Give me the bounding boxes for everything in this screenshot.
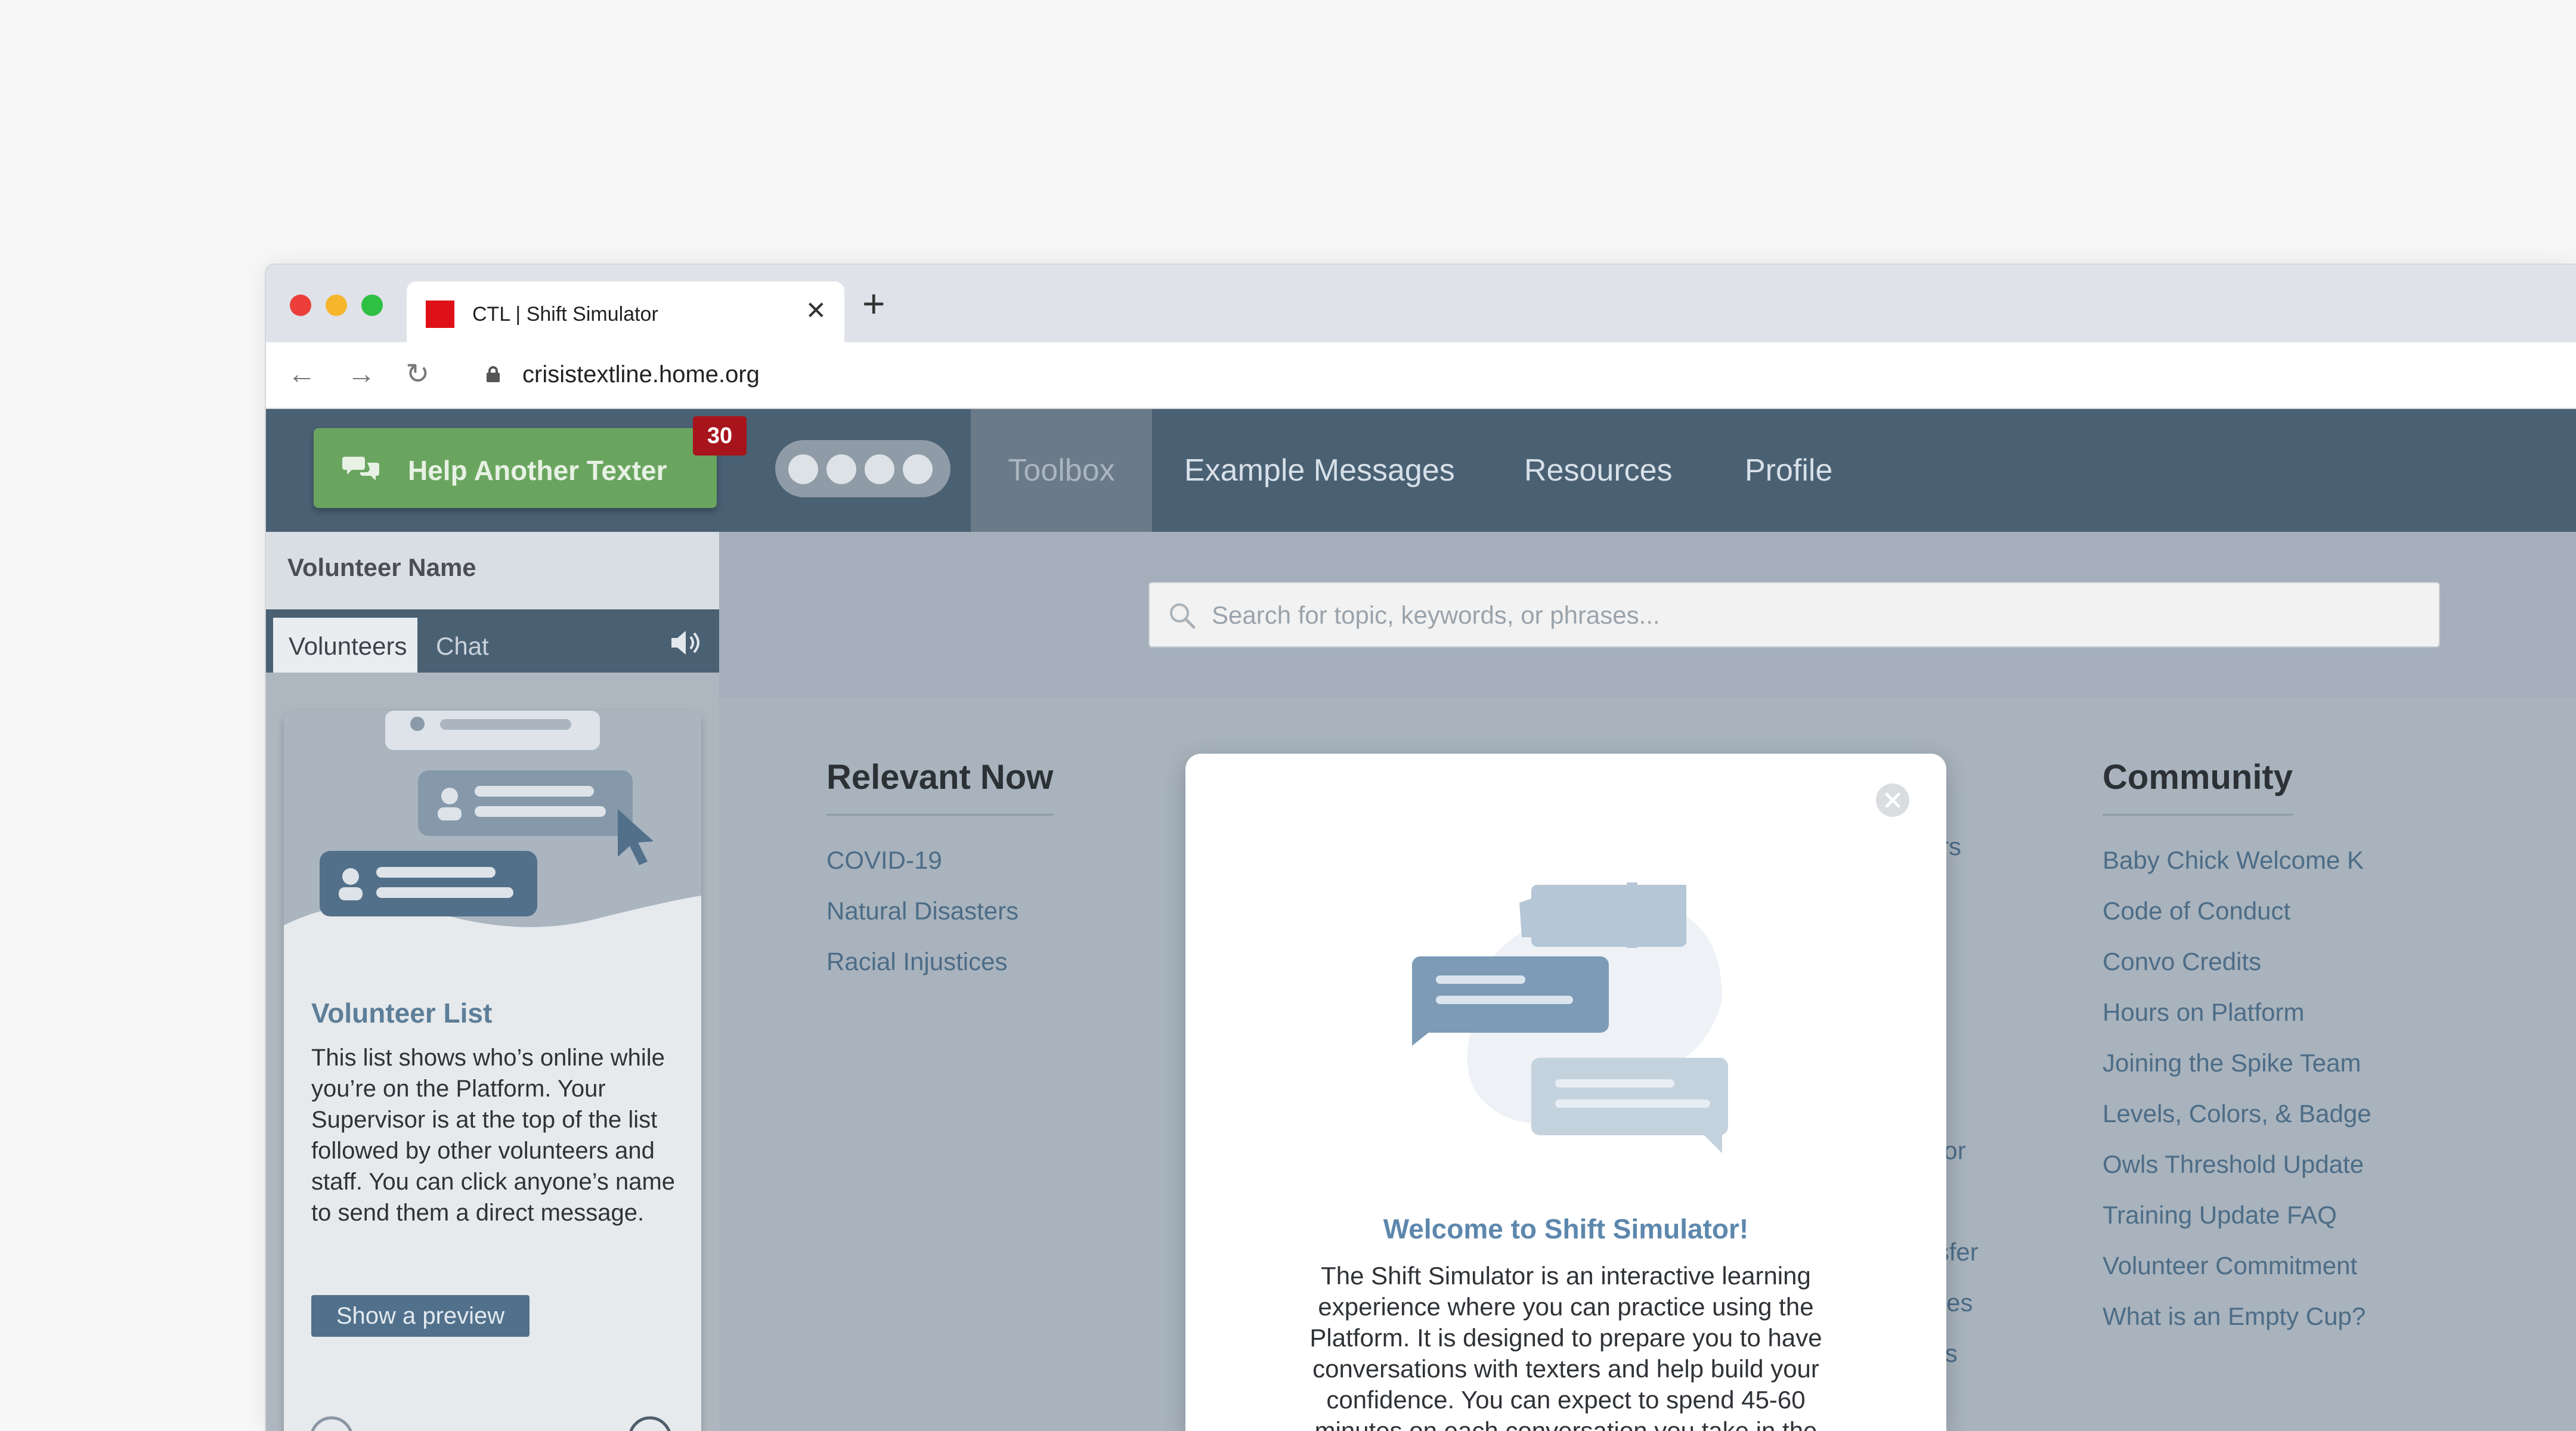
link-community[interactable]: Code of Conduct xyxy=(2103,885,2371,936)
texter-count-badge: 30 xyxy=(693,416,747,456)
sidebar: Volunteer Name Volunteers Chat Volunteer… xyxy=(266,532,719,1431)
prev-arrow-icon xyxy=(311,1416,352,1431)
search-placeholder: Search for topic, keywords, or phrases..… xyxy=(1212,601,1660,629)
link-community[interactable]: Levels, Colors, & Badge xyxy=(2103,1088,2371,1139)
volunteer-name: Volunteer Name xyxy=(287,553,476,581)
tab-volunteers[interactable]: Volunteers xyxy=(273,618,417,673)
top-navigation: Help Another Texter 30 Toolbox Example M… xyxy=(266,409,2576,532)
browser-tabbar: CTL | Shift Simulator ✕ + xyxy=(266,265,2576,342)
link-community[interactable]: Hours on Platform xyxy=(2103,987,2371,1037)
volunteer-list-illustration xyxy=(284,711,701,979)
volunteer-list-card: Volunteer List This list shows who’s onl… xyxy=(284,711,701,1431)
tab-title: CTL | Shift Simulator xyxy=(472,303,658,326)
link-natural-disasters[interactable]: Natural Disasters xyxy=(826,885,1053,936)
address-bar: ← → ↻ crisistextline.home.org xyxy=(266,342,2576,409)
link-community[interactable]: Joining the Spike Team xyxy=(2103,1037,2371,1088)
link-community[interactable]: Training Update FAQ xyxy=(2103,1190,2371,1240)
chat-illustration xyxy=(1412,882,1728,1153)
modal-title: Welcome to Shift Simulator! xyxy=(1383,1213,1749,1244)
search-icon xyxy=(1170,603,1196,629)
help-button-label: Help Another Texter xyxy=(408,455,667,486)
status-dot xyxy=(903,454,933,484)
link-community[interactable]: Convo Credits xyxy=(2103,936,2371,987)
back-arrow-icon[interactable]: ← xyxy=(287,360,316,389)
url-field[interactable]: crisistextline.home.org xyxy=(522,361,760,388)
close-icon[interactable] xyxy=(1875,782,1911,818)
favicon-icon xyxy=(426,301,454,328)
relevant-now-column: Relevant Now COVID-19 Natural Disasters … xyxy=(826,757,1054,987)
link-racial-injustices[interactable]: Racial Injustices xyxy=(826,936,1053,987)
community-column: Community Baby Chick Welcome K Code of C… xyxy=(2103,757,2371,1342)
window-close-button[interactable] xyxy=(290,295,311,316)
tab-chat[interactable]: Chat xyxy=(436,632,489,661)
column-heading: Relevant Now xyxy=(826,757,1054,816)
reload-icon[interactable]: ↻ xyxy=(405,360,429,389)
welcome-modal: Welcome to Shift Simulator! The Shift Si… xyxy=(1185,754,1946,1431)
link-covid-19[interactable]: COVID-19 xyxy=(826,835,1053,885)
tab-toolbox[interactable]: Toolbox xyxy=(971,409,1152,532)
tab-volunteers-label: Volunteers xyxy=(289,632,407,660)
tab-example-messages[interactable]: Example Messages xyxy=(1184,409,1455,532)
modal-body: The Shift Simulator is an interactive le… xyxy=(1309,1262,1822,1431)
status-dot xyxy=(788,454,818,484)
card-pagination xyxy=(311,1416,671,1431)
browser-tab[interactable]: CTL | Shift Simulator ✕ xyxy=(407,281,844,342)
window-minimize-button[interactable] xyxy=(326,295,347,316)
card-title: Volunteer List xyxy=(311,998,493,1029)
forward-arrow-icon[interactable]: → xyxy=(347,360,376,389)
status-toggle[interactable] xyxy=(775,440,950,497)
tab-close-icon[interactable]: ✕ xyxy=(806,298,826,323)
window-zoom-button[interactable] xyxy=(361,295,383,316)
next-arrow-icon xyxy=(629,1416,671,1431)
search-input[interactable]: Search for topic, keywords, or phrases..… xyxy=(1148,582,2440,648)
chat-bubbles-icon xyxy=(342,457,379,481)
link-community[interactable]: Baby Chick Welcome K xyxy=(2103,835,2371,885)
new-tab-icon[interactable]: + xyxy=(862,284,886,323)
card-description: This list shows who’s online while you’r… xyxy=(311,1045,676,1226)
sidebar-tabs: Volunteers Chat xyxy=(266,609,719,673)
speaker-icon[interactable] xyxy=(669,628,702,657)
tab-profile[interactable]: Profile xyxy=(1745,409,1832,532)
lock-icon xyxy=(487,366,500,382)
link-community[interactable]: What is an Empty Cup? xyxy=(2103,1291,2371,1342)
help-another-texter-button[interactable]: Help Another Texter xyxy=(314,428,717,508)
link-community[interactable]: Volunteer Commitment xyxy=(2103,1240,2371,1291)
tab-resources[interactable]: Resources xyxy=(1524,409,1673,532)
volunteer-name-header: Volunteer Name xyxy=(266,532,719,609)
status-dot xyxy=(865,454,894,484)
column-heading: Community xyxy=(2103,757,2293,816)
show-preview-button[interactable]: Show a preview xyxy=(311,1295,530,1337)
search-section: Search for topic, keywords, or phrases..… xyxy=(719,532,2576,698)
status-dot xyxy=(826,454,856,484)
link-community[interactable]: Owls Threshold Update xyxy=(2103,1139,2371,1190)
